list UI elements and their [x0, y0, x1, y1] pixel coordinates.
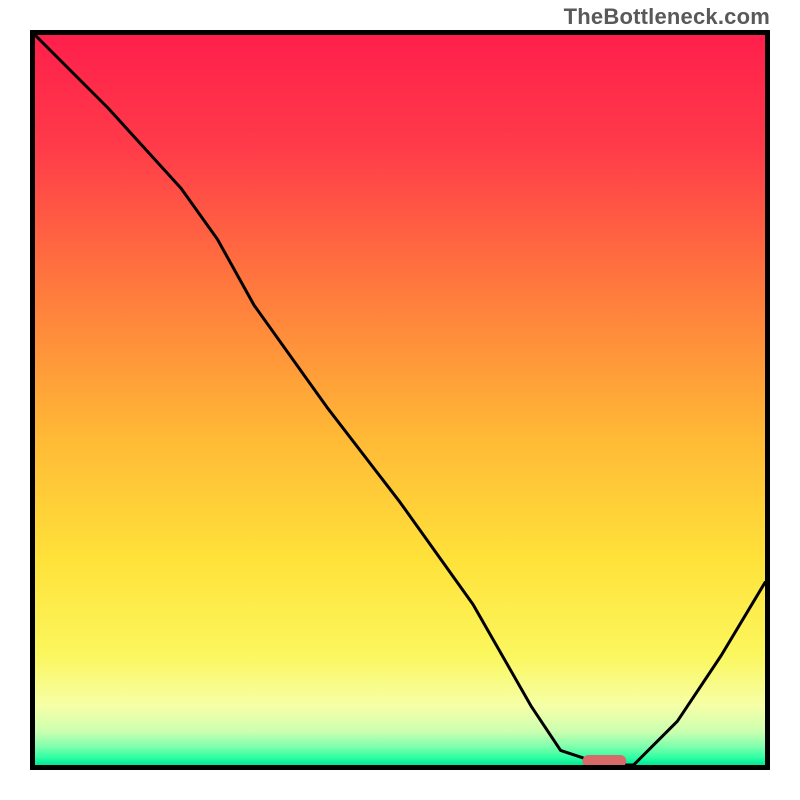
chart-svg	[35, 35, 765, 765]
chart-frame	[30, 30, 770, 770]
gradient-background	[35, 35, 765, 765]
optimal-marker	[583, 755, 627, 765]
watermark-text: TheBottleneck.com	[564, 4, 770, 30]
